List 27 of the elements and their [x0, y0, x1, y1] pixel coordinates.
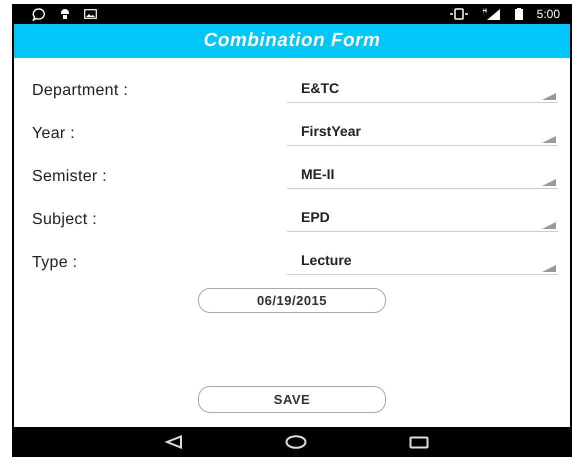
image-icon: [84, 9, 97, 19]
save-button[interactable]: SAVE: [198, 386, 386, 413]
dropdown[interactable]: EPD: [287, 202, 558, 232]
battery-icon: [514, 8, 523, 20]
dropdown-corner-icon: [542, 265, 556, 272]
signal-icon: [482, 8, 501, 20]
field-label: Type :: [31, 253, 78, 272]
field-label: Department :: [31, 81, 130, 100]
dropdown[interactable]: ME-II: [287, 159, 558, 189]
field-label: Year :: [31, 124, 76, 143]
dropdown[interactable]: Lecture: [287, 245, 558, 275]
field-label: Subject :: [31, 210, 98, 229]
chat-icon: [32, 8, 46, 20]
dropdown[interactable]: FirstYear: [287, 116, 558, 146]
vibrate-icon: [448, 8, 469, 20]
dropdown[interactable]: E&TC: [287, 73, 558, 103]
status-time: 5:00: [536, 7, 560, 21]
app-title: Combination Form: [204, 30, 380, 52]
dropdown-corner-icon: [542, 93, 556, 100]
recent-apps-icon[interactable]: [409, 436, 429, 448]
home-icon[interactable]: [285, 435, 307, 449]
field-label: Semister :: [31, 167, 108, 186]
date-button[interactable]: 06/19/2015: [198, 288, 386, 313]
dropdown-corner-icon: [542, 136, 556, 143]
dropdown-corner-icon: [542, 179, 556, 186]
back-icon[interactable]: [165, 435, 183, 449]
dropdown-corner-icon: [542, 222, 556, 229]
